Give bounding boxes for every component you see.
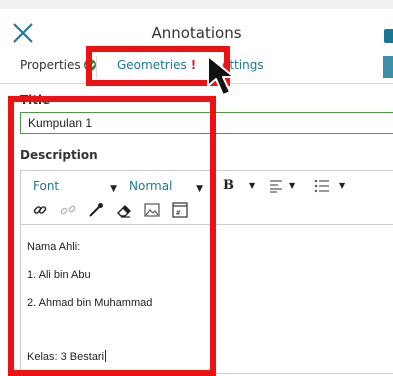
editor-toolbar: Font ▼ Normal ▼ B ▼ ▼ ▼ #_ [20,170,393,224]
description-line: Nama Ahli: [27,241,81,253]
description-line: 1. Ali bin Abu [27,269,91,281]
chevron-down-icon[interactable]: ▼ [339,181,345,190]
pin-icon[interactable] [384,29,393,43]
tab-geometries-label: Geometries [117,58,187,72]
description-line-last: Kelas: 3 Bestari [27,350,107,363]
image-icon[interactable] [143,201,161,219]
chevron-down-icon: ▼ [196,184,203,194]
text-cursor [105,350,107,362]
description-editor[interactable]: Nama Ahli: 1. Ali bin Abu 2. Ahmad bin M… [20,224,393,374]
size-dropdown-value: Normal [129,179,173,193]
title-input[interactable]: Kumpulan 1 [20,112,393,134]
size-dropdown[interactable]: Normal ▼ [125,177,207,195]
description-line-text: Kelas: 3 Bestari [27,351,105,363]
active-tab-indicator [100,81,212,83]
tab-divider [96,56,97,78]
eyedropper-icon[interactable] [87,201,105,219]
code-icon[interactable]: #_ [171,201,189,219]
eraser-icon[interactable] [115,201,133,219]
tab-properties-label: Properties [20,58,81,72]
list-icon[interactable] [314,179,330,193]
check-circle-icon [83,59,96,71]
panel-header: Annotations [0,9,393,49]
align-icon[interactable] [269,179,283,193]
title-label: Title [20,93,51,107]
side-action-button[interactable] [383,56,393,78]
description-label: Description [20,148,98,162]
font-dropdown-value: Font [33,179,60,193]
bold-button[interactable]: B [223,176,234,196]
page-title: Annotations [151,24,242,42]
tab-properties[interactable]: Properties [20,58,96,72]
chevron-down-icon[interactable]: ▼ [289,181,295,190]
link-icon[interactable] [31,201,49,219]
svg-text:#_: #_ [176,209,185,217]
font-dropdown[interactable]: Font ▼ [29,177,121,195]
unlink-icon[interactable] [59,201,77,219]
mouse-pointer-icon [207,55,235,96]
chevron-down-icon[interactable]: ▼ [249,181,255,190]
warning-icon: ! [190,58,197,72]
top-strip [0,0,393,9]
tab-bar: Properties Geometries! ettings [0,49,393,84]
description-line: 2. Ahmad bin Muhammad [27,297,153,309]
tab-geometries[interactable]: Geometries! [117,58,196,72]
chevron-down-icon: ▼ [110,184,117,194]
